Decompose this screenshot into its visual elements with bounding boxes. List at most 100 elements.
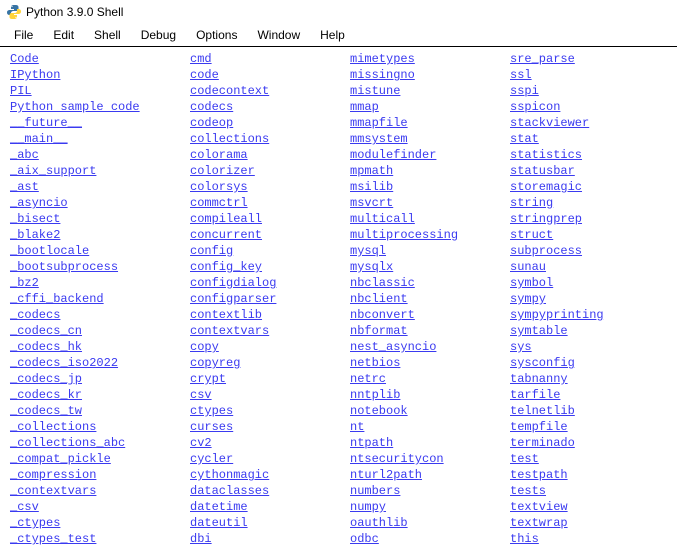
module-link[interactable]: stackviewer (510, 115, 660, 131)
module-link[interactable]: sre_parse (510, 51, 660, 67)
module-link[interactable]: configparser (190, 291, 350, 307)
module-link[interactable]: copy (190, 339, 350, 355)
module-link[interactable]: compileall (190, 211, 350, 227)
module-link[interactable]: curses (190, 419, 350, 435)
module-link[interactable]: config (190, 243, 350, 259)
module-link[interactable]: string (510, 195, 660, 211)
module-link[interactable]: subprocess (510, 243, 660, 259)
module-link[interactable]: notebook (350, 403, 510, 419)
module-link[interactable]: _ctypes_test (10, 531, 190, 547)
module-link[interactable]: commctrl (190, 195, 350, 211)
module-link[interactable]: nbclient (350, 291, 510, 307)
module-link[interactable]: tempfile (510, 419, 660, 435)
module-link[interactable]: dataclasses (190, 483, 350, 499)
module-link[interactable]: colorizer (190, 163, 350, 179)
module-link[interactable]: sympyprinting (510, 307, 660, 323)
shell-content[interactable]: CodeIPythonPILPython sample code__future… (0, 47, 677, 551)
module-link[interactable]: collections (190, 131, 350, 147)
module-link[interactable]: odbc (350, 531, 510, 547)
module-link[interactable]: sunau (510, 259, 660, 275)
module-link[interactable]: nbformat (350, 323, 510, 339)
module-link[interactable]: crypt (190, 371, 350, 387)
module-link[interactable]: csv (190, 387, 350, 403)
menu-window[interactable]: Window (247, 26, 310, 44)
module-link[interactable]: msvcrt (350, 195, 510, 211)
module-link[interactable]: Code (10, 51, 190, 67)
module-link[interactable]: dbi (190, 531, 350, 547)
module-link[interactable]: nntplib (350, 387, 510, 403)
module-link[interactable]: _abc (10, 147, 190, 163)
module-link[interactable]: test (510, 451, 660, 467)
menu-options[interactable]: Options (186, 26, 247, 44)
module-link[interactable]: _bootlocale (10, 243, 190, 259)
module-link[interactable]: nbconvert (350, 307, 510, 323)
module-link[interactable]: dateutil (190, 515, 350, 531)
module-link[interactable]: _asyncio (10, 195, 190, 211)
module-link[interactable]: nest_asyncio (350, 339, 510, 355)
module-link[interactable]: multiprocessing (350, 227, 510, 243)
module-link[interactable]: codeop (190, 115, 350, 131)
menu-shell[interactable]: Shell (84, 26, 131, 44)
module-link[interactable]: _codecs_iso2022 (10, 355, 190, 371)
module-link[interactable]: struct (510, 227, 660, 243)
module-link[interactable]: config_key (190, 259, 350, 275)
module-link[interactable]: _ctypes (10, 515, 190, 531)
module-link[interactable]: colorsys (190, 179, 350, 195)
module-link[interactable]: numpy (350, 499, 510, 515)
module-link[interactable]: tarfile (510, 387, 660, 403)
module-link[interactable]: terminado (510, 435, 660, 451)
module-link[interactable]: _csv (10, 499, 190, 515)
module-link[interactable]: cycler (190, 451, 350, 467)
module-link[interactable]: this (510, 531, 660, 547)
module-link[interactable]: numbers (350, 483, 510, 499)
module-link[interactable]: _bisect (10, 211, 190, 227)
module-link[interactable]: _bz2 (10, 275, 190, 291)
menu-debug[interactable]: Debug (131, 26, 186, 44)
module-link[interactable]: mysql (350, 243, 510, 259)
menu-file[interactable]: File (4, 26, 43, 44)
module-link[interactable]: sympy (510, 291, 660, 307)
module-link[interactable]: modulefinder (350, 147, 510, 163)
module-link[interactable]: netbios (350, 355, 510, 371)
module-link[interactable]: mistune (350, 83, 510, 99)
module-link[interactable]: ntpath (350, 435, 510, 451)
module-link[interactable]: __main__ (10, 131, 190, 147)
module-link[interactable]: missingno (350, 67, 510, 83)
module-link[interactable]: stat (510, 131, 660, 147)
module-link[interactable]: copyreg (190, 355, 350, 371)
module-link[interactable]: symtable (510, 323, 660, 339)
module-link[interactable]: _cffi_backend (10, 291, 190, 307)
module-link[interactable]: _ast (10, 179, 190, 195)
module-link[interactable]: _bootsubprocess (10, 259, 190, 275)
module-link[interactable]: symbol (510, 275, 660, 291)
module-link[interactable]: tabnanny (510, 371, 660, 387)
module-link[interactable]: _codecs_cn (10, 323, 190, 339)
module-link[interactable]: telnetlib (510, 403, 660, 419)
module-link[interactable]: ctypes (190, 403, 350, 419)
module-link[interactable]: nbclassic (350, 275, 510, 291)
module-link[interactable]: oauthlib (350, 515, 510, 531)
module-link[interactable]: ntsecuritycon (350, 451, 510, 467)
module-link[interactable]: contextlib (190, 307, 350, 323)
menu-edit[interactable]: Edit (43, 26, 84, 44)
module-link[interactable]: nturl2path (350, 467, 510, 483)
module-link[interactable]: _codecs_kr (10, 387, 190, 403)
module-link[interactable]: statistics (510, 147, 660, 163)
module-link[interactable]: mmapfile (350, 115, 510, 131)
module-link[interactable]: sspi (510, 83, 660, 99)
module-link[interactable]: stringprep (510, 211, 660, 227)
module-link[interactable]: mmsystem (350, 131, 510, 147)
module-link[interactable]: cythonmagic (190, 467, 350, 483)
module-link[interactable]: cmd (190, 51, 350, 67)
module-link[interactable]: statusbar (510, 163, 660, 179)
module-link[interactable]: codecs (190, 99, 350, 115)
module-link[interactable]: datetime (190, 499, 350, 515)
module-link[interactable]: _codecs_jp (10, 371, 190, 387)
module-link[interactable]: _compression (10, 467, 190, 483)
module-link[interactable]: nt (350, 419, 510, 435)
module-link[interactable]: _compat_pickle (10, 451, 190, 467)
module-link[interactable]: PIL (10, 83, 190, 99)
module-link[interactable]: mmap (350, 99, 510, 115)
module-link[interactable]: _collections (10, 419, 190, 435)
module-link[interactable]: contextvars (190, 323, 350, 339)
